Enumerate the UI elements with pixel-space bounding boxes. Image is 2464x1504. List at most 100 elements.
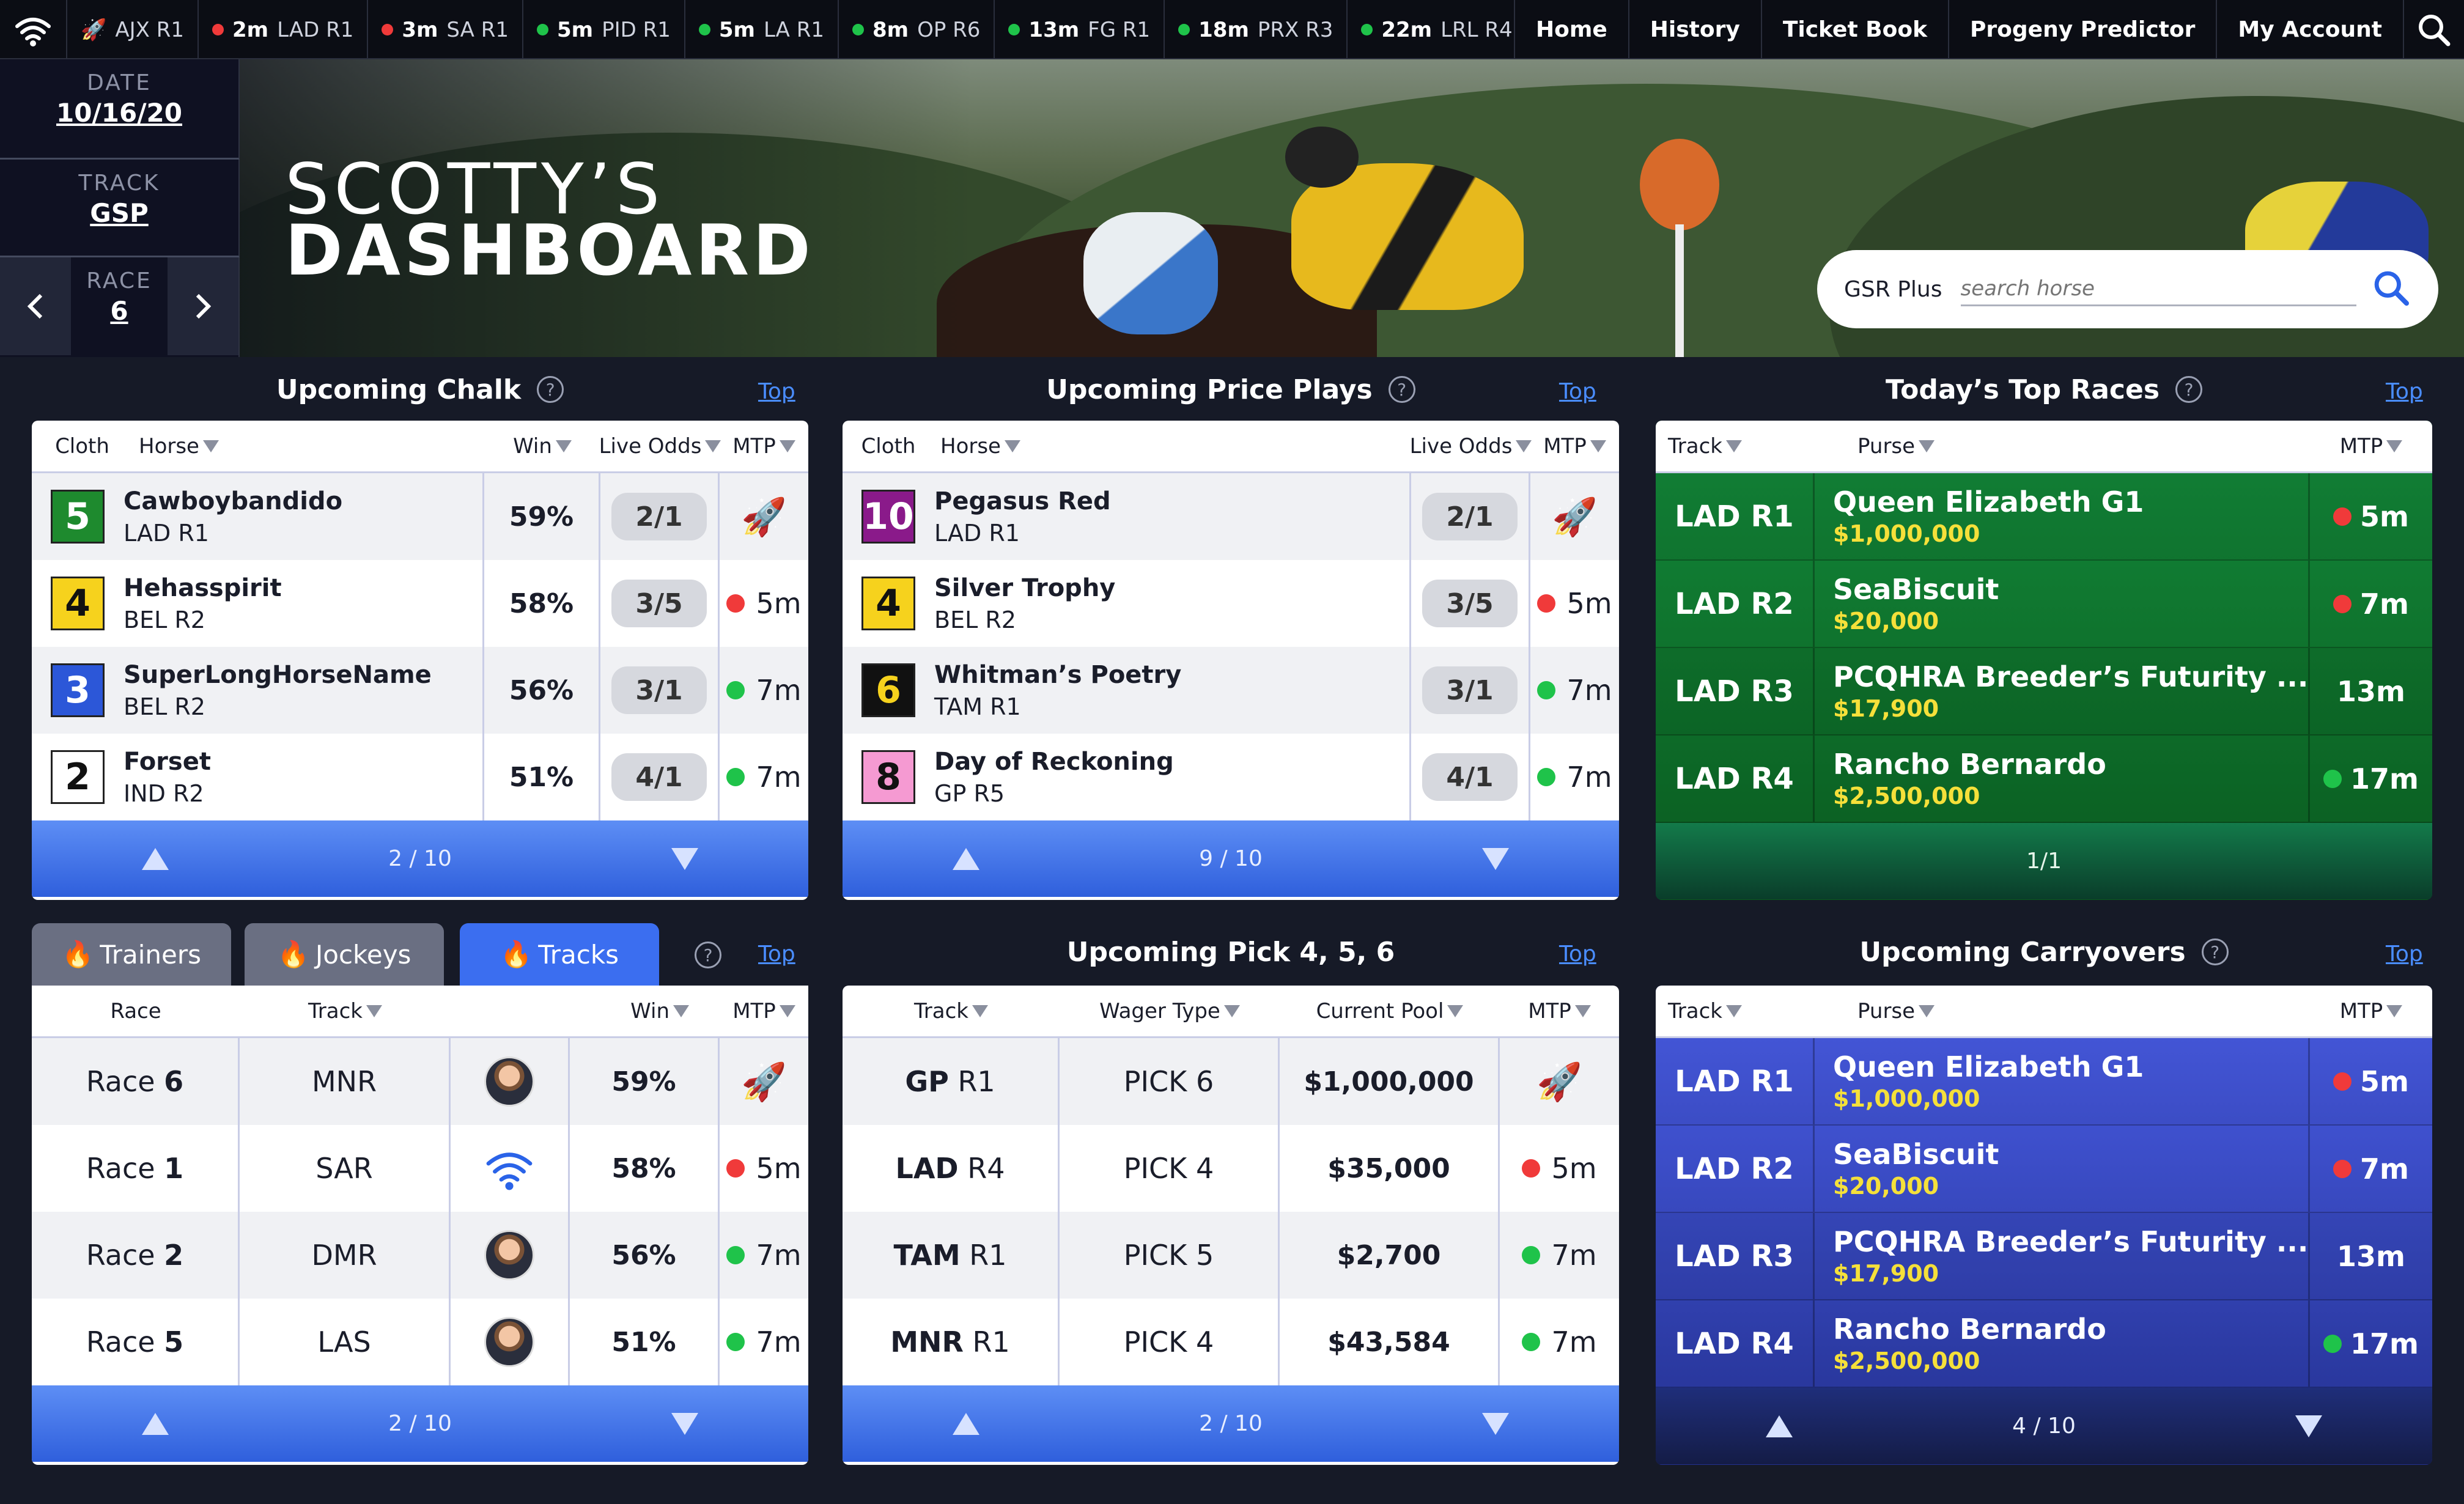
help-icon[interactable]: ? bbox=[695, 942, 721, 968]
col-track[interactable]: Track bbox=[843, 999, 1060, 1023]
table-row[interactable]: 6 Whitman’s Poetry TAM R1 3/1 7m bbox=[843, 647, 1619, 734]
table-row[interactable]: 2 Forset IND R2 51% 4/1 7m bbox=[32, 734, 808, 820]
col-current-pool[interactable]: Current Pool bbox=[1280, 999, 1500, 1023]
table-row[interactable]: GP R1 PICK 6 $1,000,000 🚀 bbox=[843, 1038, 1619, 1125]
col-live-odds[interactable]: Live Odds bbox=[1410, 434, 1532, 459]
table-row[interactable]: 5 Cawboybandido LAD R1 59% 2/1 🚀 bbox=[32, 473, 808, 560]
search-icon[interactable] bbox=[2371, 268, 2411, 311]
nav-my-account[interactable]: My Account bbox=[2216, 0, 2403, 59]
page-down-icon[interactable] bbox=[2295, 1415, 2323, 1437]
col-horse[interactable]: Horse bbox=[934, 434, 1411, 459]
win-pct: 56% bbox=[509, 674, 574, 706]
race-row[interactable]: LAD R1 Queen Elizabeth G1 $1,000,000 5m bbox=[1656, 473, 2432, 561]
logo-wifi-icon[interactable] bbox=[0, 0, 67, 59]
table-row[interactable]: 4 Silver Trophy BEL R2 3/5 5m bbox=[843, 560, 1619, 647]
table-row[interactable]: 10 Pegasus Red LAD R1 2/1 🚀 bbox=[843, 473, 1619, 560]
table-row[interactable]: 3 SuperLongHorseName BEL R2 56% 3/1 7m bbox=[32, 647, 808, 734]
ticker-item[interactable]: 5m LA R1 bbox=[685, 0, 839, 59]
chevron-left-icon[interactable] bbox=[0, 257, 71, 355]
col-mtp[interactable]: MTP bbox=[720, 434, 808, 459]
help-icon[interactable]: ? bbox=[537, 376, 564, 403]
tab-tracks[interactable]: 🔥 Tracks bbox=[460, 923, 659, 986]
carryover-row[interactable]: LAD R3 PCQHRA Breeder’s Futurity ... $17,… bbox=[1656, 1213, 2432, 1300]
ticker-item[interactable]: 8m OP R6 bbox=[839, 0, 995, 59]
fire-icon: 🔥 bbox=[61, 939, 94, 969]
page-down-icon[interactable] bbox=[1482, 1412, 1510, 1435]
track-value[interactable]: GSP bbox=[0, 198, 238, 228]
nav-ticket-book[interactable]: Ticket Book bbox=[1760, 0, 1948, 59]
race-purse: $1,000,000 bbox=[1833, 520, 1980, 547]
table-row[interactable]: TAM R1 PICK 5 $2,700 7m bbox=[843, 1212, 1619, 1299]
tab-jockeys[interactable]: 🔥 Jockeys bbox=[245, 923, 444, 986]
help-icon[interactable]: ? bbox=[1388, 376, 1415, 403]
race-row[interactable]: LAD R3 PCQHRA Breeder’s Futurity ... $17,… bbox=[1656, 648, 2432, 735]
table-row[interactable]: Race 5 LAS 51% 7m bbox=[32, 1299, 808, 1385]
pick-top-link[interactable]: Top bbox=[1559, 942, 1596, 967]
page-up-icon[interactable] bbox=[141, 847, 169, 870]
col-mtp[interactable]: MTP bbox=[2310, 999, 2432, 1023]
horse-cell: Whitman’s Poetry TAM R1 bbox=[934, 647, 1411, 734]
chevron-right-icon[interactable] bbox=[168, 257, 238, 355]
col-mtp[interactable]: MTP bbox=[1500, 999, 1619, 1023]
cloth-number: 2 bbox=[51, 750, 105, 804]
horse-search-input[interactable] bbox=[1960, 272, 2356, 306]
col-mtp-label: MTP bbox=[1528, 998, 1571, 1023]
carryovers-top-link[interactable]: Top bbox=[2386, 942, 2423, 967]
col-purse[interactable]: Purse bbox=[1815, 434, 2310, 459]
top-races-top-link[interactable]: Top bbox=[2386, 379, 2423, 404]
race-row[interactable]: LAD R2 SeaBiscuit $20,000 7m bbox=[1656, 561, 2432, 648]
help-icon[interactable]: ? bbox=[2175, 376, 2203, 403]
carryover-row[interactable]: LAD R4 Rancho Bernardo $2,500,000 17m bbox=[1656, 1300, 2432, 1388]
tab-trainers[interactable]: 🔥 Trainers bbox=[32, 923, 231, 986]
table-row[interactable]: Race 6 MNR 59% 🚀 bbox=[32, 1038, 808, 1125]
race-row[interactable]: LAD R4 Rancho Bernardo $2,500,000 17m bbox=[1656, 735, 2432, 823]
ticker-item[interactable]: 2m LAD R1 bbox=[199, 0, 369, 59]
nav-progeny-predictor[interactable]: Progeny Predictor bbox=[1948, 0, 2216, 59]
carryover-row[interactable]: LAD R1 Queen Elizabeth G1 $1,000,000 5m bbox=[1656, 1038, 2432, 1126]
col-live-odds[interactable]: Live Odds bbox=[599, 434, 721, 459]
col-win[interactable]: Win bbox=[451, 999, 720, 1023]
col-track[interactable]: Track bbox=[1656, 434, 1815, 459]
table-row[interactable]: Race 2 DMR 56% 7m bbox=[32, 1212, 808, 1299]
col-track[interactable]: Track bbox=[1656, 999, 1815, 1023]
col-purse[interactable]: Purse bbox=[1815, 999, 2310, 1023]
nav-history[interactable]: History bbox=[1628, 0, 1761, 59]
col-track[interactable]: Track bbox=[240, 999, 451, 1023]
ticker-item[interactable]: 🚀 AJX R1 bbox=[67, 0, 199, 59]
page-down-icon[interactable] bbox=[671, 1412, 699, 1435]
page-up-icon[interactable] bbox=[952, 1412, 979, 1435]
tabs-top-link[interactable]: Top bbox=[758, 942, 795, 967]
date-value[interactable]: 10/16/20 bbox=[0, 98, 238, 128]
table-row[interactable]: 8 Day of Reckoning GP R5 4/1 7m bbox=[843, 734, 1619, 820]
col-wager-type[interactable]: Wager Type bbox=[1060, 999, 1280, 1023]
help-icon[interactable]: ? bbox=[2201, 938, 2229, 965]
col-mtp[interactable]: MTP bbox=[1530, 434, 1619, 459]
ticker-time: 2m bbox=[232, 17, 269, 42]
avatar-cell bbox=[451, 1212, 570, 1299]
race-purse: $20,000 bbox=[1833, 607, 1939, 635]
col-mtp[interactable]: MTP bbox=[2310, 434, 2432, 459]
ticker-item[interactable]: 13m FG R1 bbox=[995, 0, 1165, 59]
table-row[interactable]: MNR R1 PICK 4 $43,584 7m bbox=[843, 1299, 1619, 1385]
page-up-icon[interactable] bbox=[141, 1412, 169, 1435]
col-mtp[interactable]: MTP bbox=[720, 999, 808, 1023]
search-icon[interactable] bbox=[2403, 0, 2464, 59]
page-up-icon[interactable] bbox=[1765, 1415, 1793, 1437]
table-row[interactable]: Race 1 SAR 58% 5m bbox=[32, 1125, 808, 1212]
price-top-link[interactable]: Top bbox=[1559, 379, 1596, 404]
chalk-top-link[interactable]: Top bbox=[758, 379, 795, 404]
page-up-icon[interactable] bbox=[952, 847, 979, 870]
table-row[interactable]: LAD R4 PICK 4 $35,000 5m bbox=[843, 1125, 1619, 1212]
col-horse[interactable]: Horse bbox=[133, 434, 484, 459]
nav-home[interactable]: Home bbox=[1513, 0, 1628, 59]
col-horse-label: Horse bbox=[139, 433, 199, 459]
ticker-item[interactable]: 18m PRX R3 bbox=[1165, 0, 1348, 59]
page-down-icon[interactable] bbox=[1482, 847, 1510, 870]
table-row[interactable]: 4 Hehasspirit BEL R2 58% 3/5 5m bbox=[32, 560, 808, 647]
page-down-icon[interactable] bbox=[671, 847, 699, 870]
col-win[interactable]: Win bbox=[484, 434, 600, 459]
carryover-row[interactable]: LAD R2 SeaBiscuit $20,000 7m bbox=[1656, 1126, 2432, 1213]
ticker-item[interactable]: 3m SA R1 bbox=[368, 0, 523, 59]
ticker-item[interactable]: 22m LRL R4 bbox=[1348, 0, 1525, 59]
ticker-item[interactable]: 5m PID R1 bbox=[523, 0, 685, 59]
